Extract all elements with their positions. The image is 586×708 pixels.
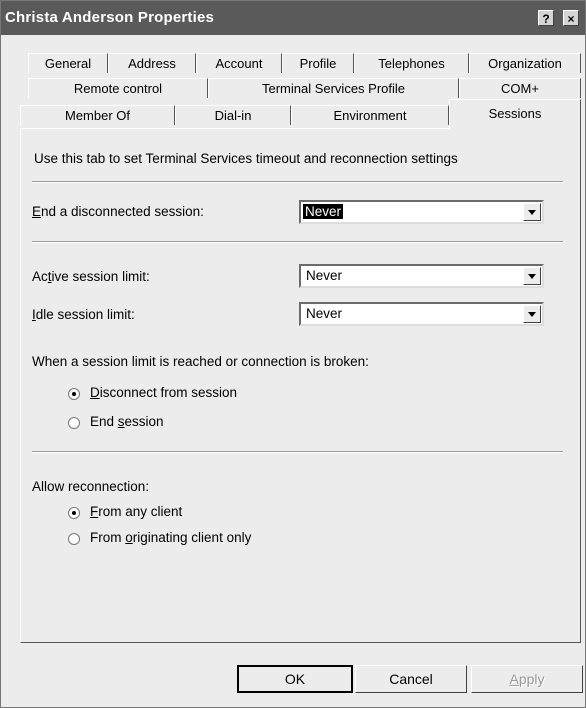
- divider: [32, 451, 563, 453]
- tab-label: Profile: [299, 56, 337, 71]
- tab-profile[interactable]: Profile: [282, 53, 354, 73]
- tab-member-of[interactable]: Member Of: [20, 105, 175, 125]
- chevron-down-icon[interactable]: [523, 267, 541, 285]
- window-title: Christa Anderson Properties: [5, 9, 215, 26]
- close-icon: ×: [567, 12, 575, 26]
- properties-dialog: Christa Anderson Properties ? × General …: [0, 0, 586, 708]
- tab-com-plus[interactable]: COM+: [459, 78, 581, 98]
- apply-button-label: Apply: [509, 671, 545, 687]
- idle-limit-label: Idle session limit:: [32, 307, 135, 322]
- tab-label: Terminal Services Profile: [261, 81, 406, 96]
- any-client-option-label[interactable]: From any client: [90, 504, 182, 519]
- active-limit-label: Active session limit:: [32, 269, 150, 284]
- tab-address[interactable]: Address: [108, 53, 196, 73]
- active-limit-dropdown[interactable]: Never: [299, 264, 544, 288]
- tab-label: General: [44, 56, 92, 71]
- tab-sessions[interactable]: Sessions: [449, 99, 581, 130]
- divider: [32, 241, 563, 243]
- cancel-button[interactable]: Cancel: [355, 665, 467, 693]
- tab-terminal-services-profile[interactable]: Terminal Services Profile: [208, 78, 459, 98]
- tab-label: COM+: [501, 81, 539, 96]
- intro-text: Use this tab to set Terminal Services ti…: [34, 151, 458, 166]
- limit-reached-label: When a session limit is reached or conne…: [32, 354, 369, 369]
- tab-dial-in[interactable]: Dial-in: [175, 105, 291, 125]
- tab-label: Sessions: [488, 106, 542, 121]
- cancel-button-label: Cancel: [389, 671, 433, 687]
- ok-button-label: OK: [284, 671, 306, 687]
- active-limit-value: Never: [306, 268, 343, 283]
- end-disconnected-label: End a disconnected session:: [32, 204, 204, 219]
- any-client-radio[interactable]: [68, 507, 80, 519]
- originating-client-radio[interactable]: [68, 533, 80, 545]
- tab-label: Dial-in: [214, 108, 252, 123]
- tab-remote-control[interactable]: Remote control: [28, 78, 208, 98]
- tab-label: Address: [128, 56, 176, 71]
- tab-label: Account: [215, 56, 263, 71]
- tab-label: Telephones: [378, 56, 445, 71]
- tab-label: Member Of: [64, 108, 130, 123]
- close-button[interactable]: ×: [563, 10, 579, 26]
- end-disconnected-dropdown[interactable]: Never: [299, 200, 544, 224]
- end-session-radio[interactable]: [68, 417, 80, 429]
- tab-label: Remote control: [73, 81, 163, 96]
- tab-organization[interactable]: Organization: [469, 53, 581, 73]
- chevron-down-icon[interactable]: [523, 305, 541, 323]
- help-icon: ?: [542, 12, 550, 26]
- idle-limit-value: Never: [306, 306, 343, 321]
- end-disconnected-value: Never: [303, 204, 344, 219]
- chevron-down-icon[interactable]: [523, 203, 541, 221]
- tab-label: Organization: [488, 56, 562, 71]
- disconnect-option-label[interactable]: Disconnect from session: [90, 385, 237, 400]
- title-bar[interactable]: Christa Anderson Properties ? ×: [1, 1, 585, 35]
- apply-button[interactable]: Apply: [471, 665, 583, 693]
- idle-limit-dropdown[interactable]: Never: [299, 302, 544, 326]
- help-button[interactable]: ?: [538, 10, 554, 26]
- disconnect-radio[interactable]: [68, 388, 80, 400]
- originating-client-option-label[interactable]: From originating client only: [90, 530, 251, 545]
- tab-general[interactable]: General: [28, 53, 108, 73]
- reconnection-label: Allow reconnection:: [32, 479, 150, 494]
- tab-environment[interactable]: Environment: [291, 105, 449, 125]
- divider: [32, 181, 563, 183]
- tab-account[interactable]: Account: [196, 53, 282, 73]
- tab-label: Environment: [333, 108, 407, 123]
- ok-button[interactable]: OK: [237, 665, 353, 693]
- tab-telephones[interactable]: Telephones: [354, 53, 469, 73]
- end-session-option-label[interactable]: End session: [90, 414, 164, 429]
